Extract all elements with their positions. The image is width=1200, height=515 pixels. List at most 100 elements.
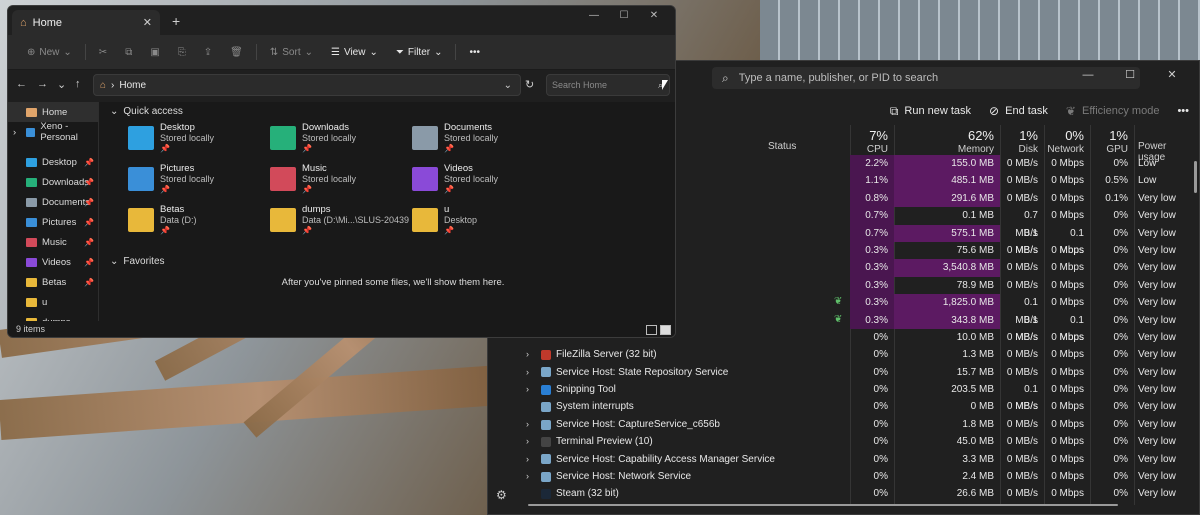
column-power-usage[interactable]: Power usage [1134,125,1194,163]
quick-access-item[interactable]: Videos Stored locally 📌 [412,163,552,203]
gpu-cell: 0% [1113,227,1128,239]
column-status[interactable]: Status [768,125,828,155]
quick-access-item[interactable]: Desktop Stored locally 📌 [128,122,268,162]
cut-button[interactable]: ✂ [90,47,116,58]
gpu-cell: 0% [1113,331,1128,343]
quick-access-item[interactable]: Documents Stored locally 📌 [412,122,552,162]
process-row[interactable]: › Service Host: CaptureService_c656b 0% 1.8… [488,416,1185,433]
back-arrow-icon[interactable]: ← [16,78,27,90]
expand-chevron-icon[interactable]: › [526,416,536,433]
maximize-button[interactable]: ☐ [609,10,639,21]
sidebar-item-documents[interactable]: Documents 📌 [8,192,98,212]
settings-gear-icon[interactable]: ⚙ [496,488,507,502]
up-arrow-icon[interactable]: ↑ [75,78,81,90]
documents-folder-icon [26,197,37,207]
delete-button[interactable]: 🗑 [221,47,252,58]
quick-access-item[interactable]: u Desktop 📌 [412,204,552,244]
sidebar-item-music[interactable]: Music 📌 [8,232,98,252]
process-name: › Snipping Tool [526,381,616,398]
sidebar-item-desktop[interactable]: Desktop 📌 [8,152,98,172]
more-options-button[interactable]: ••• [1177,105,1189,117]
quick-access-item[interactable]: dumps Data (D:\Mi...\SLUS-20439 📌 [270,204,410,244]
favorites-header[interactable]: ⌄ Favorites [110,256,165,267]
sidebar-item-u[interactable]: u [8,292,98,312]
sidebar-item-downloads[interactable]: Downloads 📌 [8,172,98,192]
minimize-button[interactable]: — [1067,65,1109,85]
sidebar-item-betas[interactable]: Betas 📌 [8,272,98,292]
process-row[interactable]: › FileZilla Server (32 bit) 0% 1.3 MB 0 MB/s… [488,346,1185,363]
refresh-icon[interactable]: ↻ [525,78,534,91]
network-cell: 0 Mbps [1051,262,1084,274]
sidebar-item-videos[interactable]: Videos 📌 [8,252,98,272]
chevron-right-icon[interactable]: › [13,127,16,138]
process-row[interactable]: › Snipping Tool 0% 203.5 MB 0.1 MB/s 0 Mbps 0%… [488,381,1185,412]
paste-button[interactable]: ▣ [141,47,168,58]
disk-cell: 0.7 MB/s [1015,210,1038,239]
new-tab-button[interactable]: + [172,13,180,29]
chevron-down-icon: ⌄ [304,46,313,58]
share-button[interactable]: ⇪ [195,47,221,58]
column-disk[interactable]: 1% Disk [1000,125,1044,155]
tab-home[interactable]: ⌂ Home ✕ [12,10,160,35]
forward-arrow-icon[interactable]: → [37,78,48,90]
recent-locations-chevron-icon[interactable]: ⌄ [57,78,66,91]
power-usage-cell: Low [1138,158,1157,169]
navigation-pane-divider[interactable] [98,102,99,324]
chevron-down-icon[interactable]: ⌄ [504,80,512,91]
quick-access-item[interactable]: Music Stored locally 📌 [270,163,410,203]
process-row[interactable]: › Service Host: Capability Access Manager… [488,451,1185,468]
expand-chevron-icon[interactable]: › [526,451,536,468]
memory-cell: 155.0 MB [894,155,1000,173]
close-button[interactable]: ✕ [1151,65,1193,85]
sidebar-item-pictures[interactable]: Pictures 📌 [8,212,98,232]
breadcrumb[interactable]: Home [119,80,146,91]
sidebar-item-xeno-personal[interactable]: › Xeno - Personal [8,121,98,143]
column-memory[interactable]: 62% Memory [894,125,1000,155]
see-more-button[interactable]: ••• [460,47,489,58]
copy-button[interactable]: ⧉ [116,47,141,58]
expand-chevron-icon[interactable]: › [526,468,536,485]
expand-chevron-icon[interactable]: › [526,364,536,381]
quick-access-item[interactable]: Betas Data (D:) 📌 [128,204,268,244]
sidebar-item-home[interactable]: Home [8,102,98,122]
process-list-hscrollbar[interactable] [528,504,1118,506]
details-view-icon[interactable] [646,325,657,335]
address-bar[interactable]: ⌂ › Home ⌄ [93,74,521,96]
quick-access-item[interactable]: Downloads Stored locally 📌 [270,122,410,162]
process-row[interactable]: System interrupts 0% 0 MB 0 MB/s 0 Mbps 0% Ver… [488,398,1185,415]
column-network[interactable]: 0% Network [1044,125,1090,155]
new-button[interactable]: ⊕ New ⌄ [18,47,81,58]
search-input[interactable]: Search Home ⌕ [546,74,670,96]
process-row[interactable]: › Service Host: State Repository Service 0… [488,364,1185,381]
rename-button[interactable]: ⎘ [169,47,195,58]
sidebar-item-label: Downloads [42,176,89,188]
close-tab-icon[interactable]: ✕ [143,16,152,29]
folder-name: Videos [444,163,473,174]
filter-button[interactable]: ⏷ Filter ⌄ [387,47,452,58]
column-cpu[interactable]: 7% CPU [850,125,894,155]
close-button[interactable]: ✕ [639,10,669,21]
run-new-task-button[interactable]: ⧉ Run new task [890,104,971,119]
tiles-view-icon[interactable] [660,325,671,335]
end-task-button[interactable]: ⊘ End task [989,104,1048,118]
process-list-scrollbar[interactable] [1194,161,1197,193]
process-row[interactable]: › Terminal Preview (10) 0% 45.0 MB 0 MB/s 0 M… [488,433,1185,450]
maximize-button[interactable]: ☐ [1109,65,1151,85]
process-icon [541,384,551,395]
minimize-button[interactable]: — [579,10,609,21]
view-button[interactable]: ☰ View ⌄ [322,47,387,58]
expand-chevron-icon[interactable]: › [526,346,536,363]
quick-access-header[interactable]: ⌄ Quick access [110,106,183,117]
disk-cell: 0 MB/s [1006,158,1038,169]
column-gpu[interactable]: 1% GPU [1090,125,1134,155]
process-row[interactable]: › Service Host: Network Service 0% 2.4 MB 0 … [488,468,1185,485]
quick-access-item[interactable]: Pictures Stored locally 📌 [128,163,268,203]
expand-chevron-icon[interactable]: › [526,433,536,450]
process-row[interactable]: Steam (32 bit) 0% 26.6 MB 0 MB/s 0 Mbps 0% Ver… [488,485,1185,502]
gpu-cell: 0% [1113,418,1128,430]
sort-button[interactable]: ⇅ Sort ⌄ [261,47,322,58]
disk-cell: 0 MB/s [1006,244,1038,256]
efficiency-mode-button[interactable]: ❦ Efficiency mode [1066,104,1160,118]
expand-chevron-icon[interactable]: › [526,381,536,398]
folder-icon [26,297,37,307]
